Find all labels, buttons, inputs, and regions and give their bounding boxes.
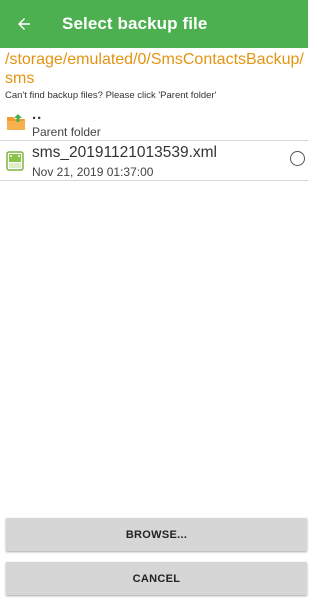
item-subtitle: Parent folder — [32, 125, 101, 139]
cancel-button[interactable]: CANCEL — [6, 562, 307, 595]
arrow-left-icon — [18, 18, 30, 30]
list-item-parent-folder[interactable]: .. Parent folder — [0, 105, 308, 141]
list-item-backup-file[interactable]: sms_20191121013539.xml Nov 21, 2019 01:3… — [0, 141, 308, 181]
toolbar: Select backup file — [0, 0, 308, 48]
xml-file-icon — [6, 151, 24, 176]
help-hint: Can't find backup files? Please click 'P… — [5, 90, 217, 101]
item-subtitle: Nov 21, 2019 01:37:00 — [32, 165, 154, 179]
item-name: sms_20191121013539.xml — [32, 144, 217, 161]
current-path: /storage/emulated/0/SmsContactsBackup/sm… — [5, 51, 304, 87]
browse-button[interactable]: BROWSE... — [6, 518, 307, 551]
page-title: Select backup file — [62, 14, 208, 33]
select-radio[interactable] — [290, 151, 305, 166]
folder-up-icon — [6, 113, 26, 136]
select-backup-screen: Select backup file /storage/emulated/0/S… — [0, 0, 308, 600]
item-name: .. — [32, 106, 43, 123]
back-button[interactable] — [0, 0, 48, 48]
